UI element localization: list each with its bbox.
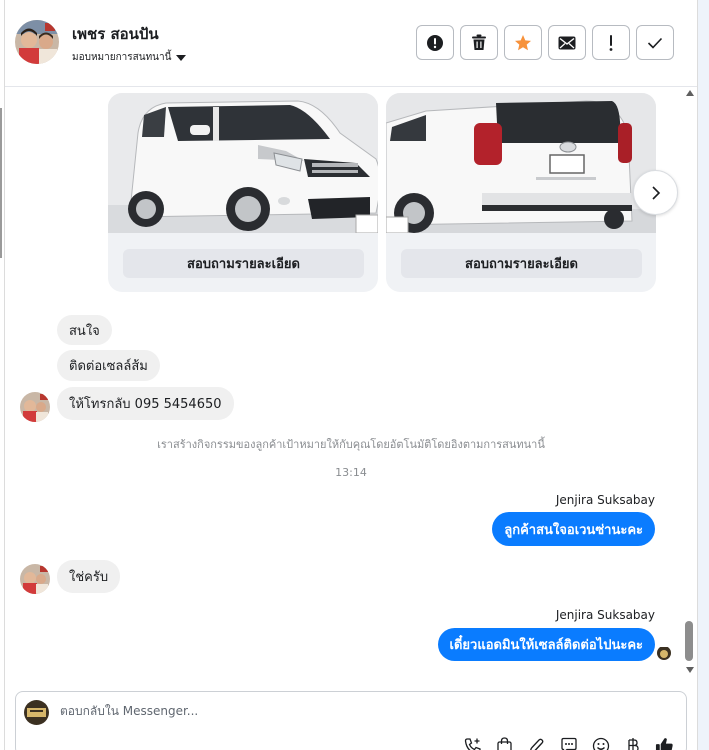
- window-left-marker: [0, 108, 2, 258]
- trash-icon: [472, 34, 486, 50]
- carousel-next-button[interactable]: [633, 170, 678, 215]
- mark-done-button[interactable]: [636, 25, 674, 60]
- message-timestamp: 13:14: [335, 466, 367, 479]
- sender-name: Jenjira Suksabay: [555, 493, 655, 507]
- incoming-message[interactable]: ให้โทรกลับ 095 5454650: [57, 387, 234, 420]
- star-button[interactable]: [504, 25, 542, 60]
- assign-conversation-dropdown[interactable]: มอบหมายการสนทนานี้: [72, 50, 187, 65]
- scrollbar-thumb[interactable]: [685, 621, 693, 661]
- product-card: สอบถามรายละเอียด: [386, 93, 656, 292]
- mark-unread-button[interactable]: [548, 25, 586, 60]
- envelope-icon: [558, 36, 576, 49]
- incoming-message[interactable]: สนใจ: [57, 315, 112, 345]
- inquire-details-button[interactable]: สอบถามรายละเอียด: [123, 249, 364, 278]
- assign-label: มอบหมายการสนทนานี้: [72, 52, 172, 63]
- conversation-toolbar: [416, 25, 674, 60]
- composer-toolbar: [463, 736, 674, 750]
- star-icon: [515, 34, 531, 50]
- contact-avatar[interactable]: [20, 564, 50, 594]
- message-thread[interactable]: สอบถามรายละเอียด สอบถามรายละเอียด สนใจ ต…: [5, 88, 697, 683]
- chevron-right-icon: [651, 185, 660, 200]
- scroll-down-arrow[interactable]: [686, 667, 694, 673]
- outgoing-message[interactable]: ลูกค้าสนใจอเวนซ่านะคะ: [492, 512, 655, 546]
- delete-button[interactable]: [460, 25, 498, 60]
- contact-avatar[interactable]: [20, 392, 50, 422]
- system-note: เราสร้างกิจกรรมของลูกค้าเป้าหมายให้กับคุ…: [157, 438, 545, 451]
- white-minivan-rear-photo[interactable]: [386, 93, 656, 233]
- report-spam-button[interactable]: [416, 25, 454, 60]
- baht-icon[interactable]: [623, 736, 642, 750]
- caret-down-icon: [176, 54, 187, 61]
- reply-composer: [15, 691, 687, 750]
- white-minivan-front-photo[interactable]: [108, 93, 378, 233]
- follow-up-button[interactable]: [592, 25, 630, 60]
- incoming-message[interactable]: ใช่ครับ: [57, 560, 121, 593]
- scroll-up-arrow[interactable]: [686, 90, 694, 96]
- window-right-edge: [697, 0, 709, 750]
- reply-input[interactable]: [60, 704, 620, 718]
- alert-circle-icon: [427, 34, 443, 51]
- thumbs-up-icon[interactable]: [655, 736, 674, 750]
- exclamation-icon: [609, 34, 613, 51]
- inquire-details-button[interactable]: สอบถามรายละเอียด: [401, 249, 642, 278]
- seen-avatar: [657, 646, 671, 660]
- sender-name: Jenjira Suksabay: [555, 608, 655, 622]
- product-card: สอบถามรายละเอียด: [108, 93, 378, 292]
- chat-template-icon[interactable]: [559, 736, 578, 750]
- checkmark-icon: [647, 37, 663, 49]
- incoming-message[interactable]: ติดต่อเซลล์ส้ม: [57, 350, 160, 381]
- page-avatar: [24, 700, 49, 725]
- contact-avatar[interactable]: [15, 20, 59, 64]
- phone-add-icon[interactable]: [463, 736, 482, 750]
- conversation-header: เพชร สอนปัน มอบหมายการสนทนานี้: [5, 0, 697, 87]
- emoji-icon[interactable]: [591, 736, 610, 750]
- outgoing-message[interactable]: เดี๋ยวแอดมินให้เซลล์ติดต่อไปนะคะ: [437, 628, 655, 661]
- shopping-bag-icon[interactable]: [495, 736, 514, 750]
- paperclip-icon[interactable]: [527, 736, 546, 750]
- contact-name: เพชร สอนปัน: [72, 25, 159, 43]
